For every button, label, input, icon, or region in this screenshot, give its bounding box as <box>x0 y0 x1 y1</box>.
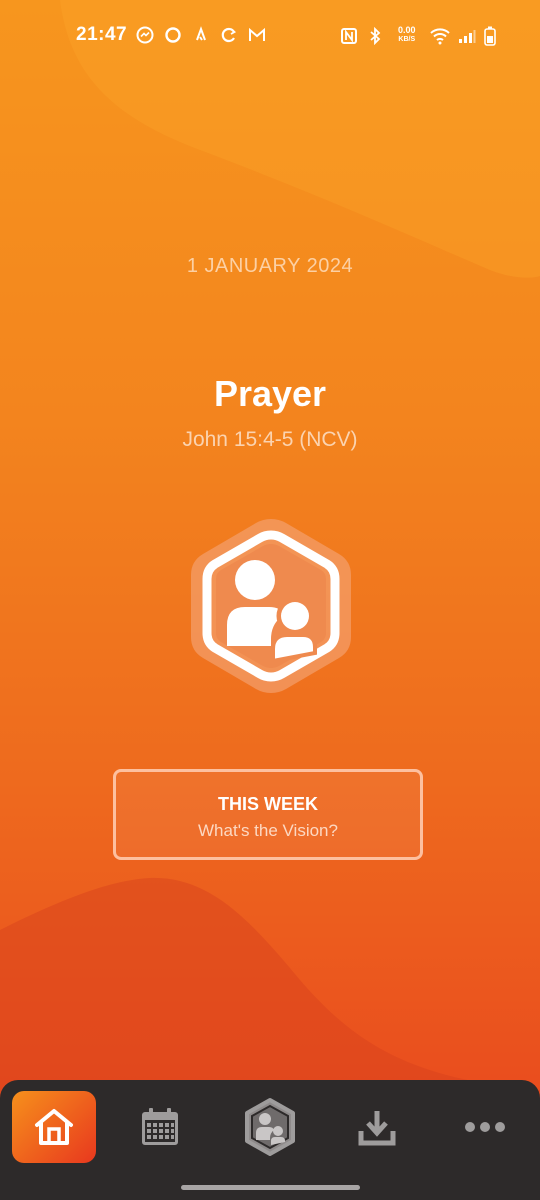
bottom-tab-bar <box>0 1080 540 1200</box>
home-icon <box>35 1109 73 1145</box>
net-speed-unit: KB/S <box>398 36 416 43</box>
tab-devotional[interactable] <box>228 1091 312 1163</box>
tab-calendar[interactable] <box>118 1091 202 1163</box>
wifi-icon <box>430 28 450 45</box>
scripture-reference[interactable]: John 15:4-5 (NCV) <box>0 428 540 452</box>
notification-icons <box>136 26 266 44</box>
more-icon <box>465 1122 505 1132</box>
download-icon <box>358 1111 396 1146</box>
status-bar: 21:47 0.00 KB/S <box>0 0 540 72</box>
sync-icon <box>221 27 237 43</box>
home-indicator[interactable] <box>181 1185 360 1190</box>
this-week-title: THIS WEEK <box>217 794 318 814</box>
system-icons <box>340 26 496 46</box>
signal-icon <box>459 30 476 43</box>
circle-app-icon <box>165 27 181 43</box>
nfc-icon <box>341 28 357 44</box>
battery-icon <box>484 26 496 46</box>
parent-child-hexagon-icon <box>191 519 351 693</box>
date-label: 1 JANUARY 2024 <box>186 255 354 277</box>
calendar-icon <box>142 1108 178 1145</box>
page-title: Prayer <box>213 373 327 414</box>
parent-child-hexagon-icon <box>245 1098 295 1156</box>
this-week-subtitle: What's the Vision? <box>198 821 338 840</box>
tab-home[interactable] <box>12 1091 96 1163</box>
tab-downloads[interactable] <box>335 1091 419 1163</box>
strava-icon <box>196 26 206 41</box>
this-week-card[interactable]: THIS WEEK What's the Vision? <box>113 769 423 860</box>
net-speed-value: 0.00 <box>398 25 416 35</box>
gmail-icon <box>249 27 265 41</box>
tab-more[interactable] <box>443 1091 527 1163</box>
bluetooth-icon <box>370 27 381 45</box>
messenger-icon <box>136 26 154 44</box>
net-speed: 0.00 KB/S <box>398 25 416 45</box>
status-time: 21:47 <box>76 24 128 45</box>
screen: 21:47 0.00 KB/S 1 JANUARY 2024 Prayer Jo… <box>0 0 540 1200</box>
